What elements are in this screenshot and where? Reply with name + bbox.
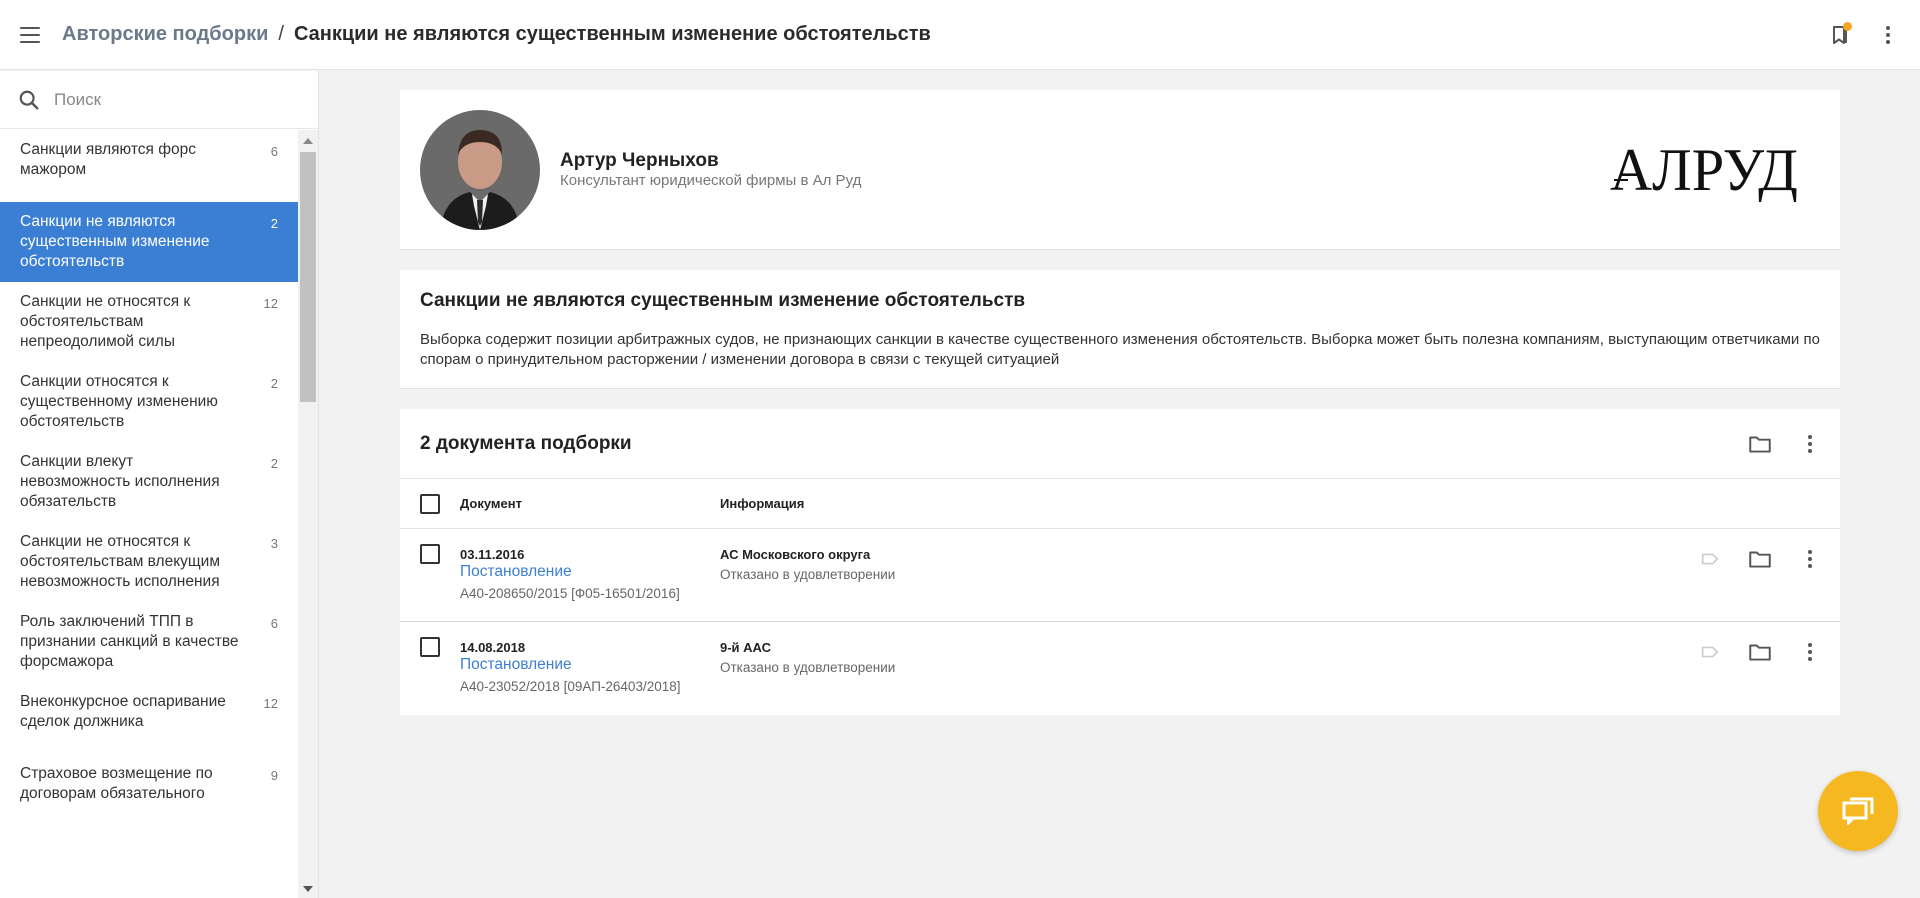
column-header-document: Документ xyxy=(460,496,522,511)
sidebar-item-label: Санкции являются форс мажором xyxy=(20,141,196,178)
chat-button[interactable] xyxy=(1818,771,1898,851)
sidebar-item[interactable]: Санкции не относятся к обстоятельствам н… xyxy=(0,282,298,362)
sidebar-item[interactable]: Внеконкурсное оспаривание сделок должник… xyxy=(0,682,298,754)
documents-more-button[interactable] xyxy=(1790,424,1830,464)
sidebar-item-count: 2 xyxy=(270,376,278,391)
documents-count-title: 2 документа подборки xyxy=(420,432,632,454)
breadcrumb-separator: / xyxy=(278,23,284,45)
case-result: Отказано в удовлетворении xyxy=(720,660,896,675)
sidebar-scrollbar[interactable] xyxy=(298,130,318,898)
row-checkbox[interactable] xyxy=(420,637,440,657)
sidebar-item-label: Роль заключений ТПП в признании санкций … xyxy=(20,613,239,670)
sidebar-item-count: 6 xyxy=(270,616,278,631)
sidebar-item-label: Санкции не относятся к обстоятельствам н… xyxy=(20,293,191,350)
svg-text:АЛРУД: АЛРУД xyxy=(1610,140,1798,202)
sidebar-item[interactable]: Санкции являются форс мажором 6 xyxy=(0,130,298,202)
collection-description-card: Санкции не являются существенным изменен… xyxy=(400,270,1840,389)
document-date: 03.11.2016 xyxy=(460,547,525,562)
collection-title: Санкции не являются существенным изменен… xyxy=(420,290,1026,311)
search-icon xyxy=(19,90,39,109)
sidebar-item-count: 12 xyxy=(263,296,278,311)
top-bar: Авторские подборки / Санкции не являются… xyxy=(0,0,1920,70)
search-bar xyxy=(0,71,318,129)
breadcrumb: Авторские подборки / Санкции не являются… xyxy=(62,23,931,46)
document-link[interactable]: Постановление xyxy=(460,563,572,581)
sidebar-item-label: Санкции влекут невозможность исполнения … xyxy=(20,453,220,510)
row-more-button[interactable] xyxy=(1790,632,1830,672)
sidebar-item-count: 9 xyxy=(270,768,278,783)
label-icon xyxy=(1701,646,1719,658)
folder-icon xyxy=(1749,551,1771,568)
row-folder-button[interactable] xyxy=(1740,632,1780,672)
sidebar-item-count: 2 xyxy=(270,216,278,231)
tag-button[interactable] xyxy=(1690,632,1730,672)
more-vert-icon xyxy=(1886,26,1890,44)
sidebar-item-label: Санкции не относятся к обстоятельствам в… xyxy=(20,533,220,590)
court-name: 9-й ААС xyxy=(720,640,772,655)
chat-icon xyxy=(1842,797,1874,825)
sidebar-item[interactable]: Санкции влекут невозможность исполнения … xyxy=(0,442,298,522)
sidebar-item-count: 6 xyxy=(270,144,278,159)
table-row: 03.11.2016 Постановление А40-208650/2015… xyxy=(400,529,1840,622)
documents-header: 2 документа подборки xyxy=(400,409,1840,479)
court-name: АС Московского округа xyxy=(720,547,871,562)
more-vert-icon xyxy=(1808,550,1812,568)
folder-icon xyxy=(1749,644,1771,661)
sidebar-item-label: Страховое возмещение по договорам обязат… xyxy=(20,765,213,802)
author-avatar xyxy=(420,110,540,230)
sidebar-item[interactable]: Роль заключений ТПП в признании санкций … xyxy=(0,602,298,682)
table-row: 14.08.2018 Постановление А40-23052/2018 … xyxy=(400,622,1840,715)
sidebar-item-label: Санкции относятся к существенному измене… xyxy=(20,373,218,430)
row-checkbox[interactable] xyxy=(420,544,440,564)
scroll-up-arrow-icon[interactable] xyxy=(303,138,313,144)
more-vert-icon xyxy=(1808,435,1812,453)
collections-list: Санкции являются форс мажором 6 Санкции … xyxy=(0,130,298,898)
sidebar-item-label: Внеконкурсное оспаривание сделок должник… xyxy=(20,693,226,730)
sidebar-item-active[interactable]: Санкции не являются существенным изменен… xyxy=(0,202,298,282)
label-icon xyxy=(1701,553,1719,565)
scrollbar-thumb[interactable] xyxy=(300,152,316,402)
scroll-down-arrow-icon[interactable] xyxy=(303,886,313,892)
sidebar-item-label: Санкции не являются существенным изменен… xyxy=(20,213,210,270)
document-date: 14.08.2018 xyxy=(460,640,526,655)
more-vert-icon xyxy=(1808,643,1812,661)
search-input[interactable] xyxy=(54,89,294,110)
breadcrumb-parent-link[interactable]: Авторские подборки xyxy=(62,23,268,46)
case-number: А40-23052/2018 [09АП-26403/2018] xyxy=(460,679,681,694)
page-title: Санкции не являются существенным изменен… xyxy=(293,23,931,45)
documents-card: 2 документа подборки Документ Информация… xyxy=(400,409,1840,715)
bookmarks-button[interactable] xyxy=(1820,15,1860,55)
tag-button[interactable] xyxy=(1690,539,1730,579)
sidebar: Санкции являются форс мажором 6 Санкции … xyxy=(0,71,319,898)
company-logo: АЛРУД xyxy=(1610,137,1800,207)
case-result: Отказано в удовлетворении xyxy=(720,567,896,582)
document-link[interactable]: Постановление xyxy=(460,656,572,674)
row-more-button[interactable] xyxy=(1790,539,1830,579)
sidebar-item[interactable]: Санкции относятся к существенному измене… xyxy=(0,362,298,442)
sidebar-item-count: 2 xyxy=(270,456,278,471)
collection-description: Выборка содержит позиции арбитражных суд… xyxy=(420,331,1820,368)
author-role: Консультант юридической фирмы в Ал Руд xyxy=(560,172,862,189)
more-menu-button[interactable] xyxy=(1868,15,1908,55)
table-header: Документ Информация xyxy=(400,479,1840,529)
sidebar-item-count: 12 xyxy=(263,696,278,711)
case-number: А40-208650/2015 [Ф05-16501/2016] xyxy=(460,586,680,601)
sidebar-item-count: 3 xyxy=(270,536,278,551)
sidebar-item[interactable]: Страховое возмещение по договорам обязат… xyxy=(0,754,298,826)
row-folder-button[interactable] xyxy=(1740,539,1780,579)
menu-icon[interactable] xyxy=(20,26,40,43)
author-name: Артур Черныхов xyxy=(560,150,719,171)
column-header-info: Информация xyxy=(720,496,805,511)
main-content: Артур Черныхов Консультант юридической ф… xyxy=(400,90,1840,715)
select-all-checkbox[interactable] xyxy=(420,493,440,514)
notification-badge xyxy=(1843,22,1852,31)
add-to-folder-button[interactable] xyxy=(1740,424,1780,464)
sidebar-item[interactable]: Санкции не относятся к обстоятельствам в… xyxy=(0,522,298,602)
author-card: Артур Черныхов Консультант юридической ф… xyxy=(400,90,1840,250)
folder-icon xyxy=(1749,436,1771,453)
